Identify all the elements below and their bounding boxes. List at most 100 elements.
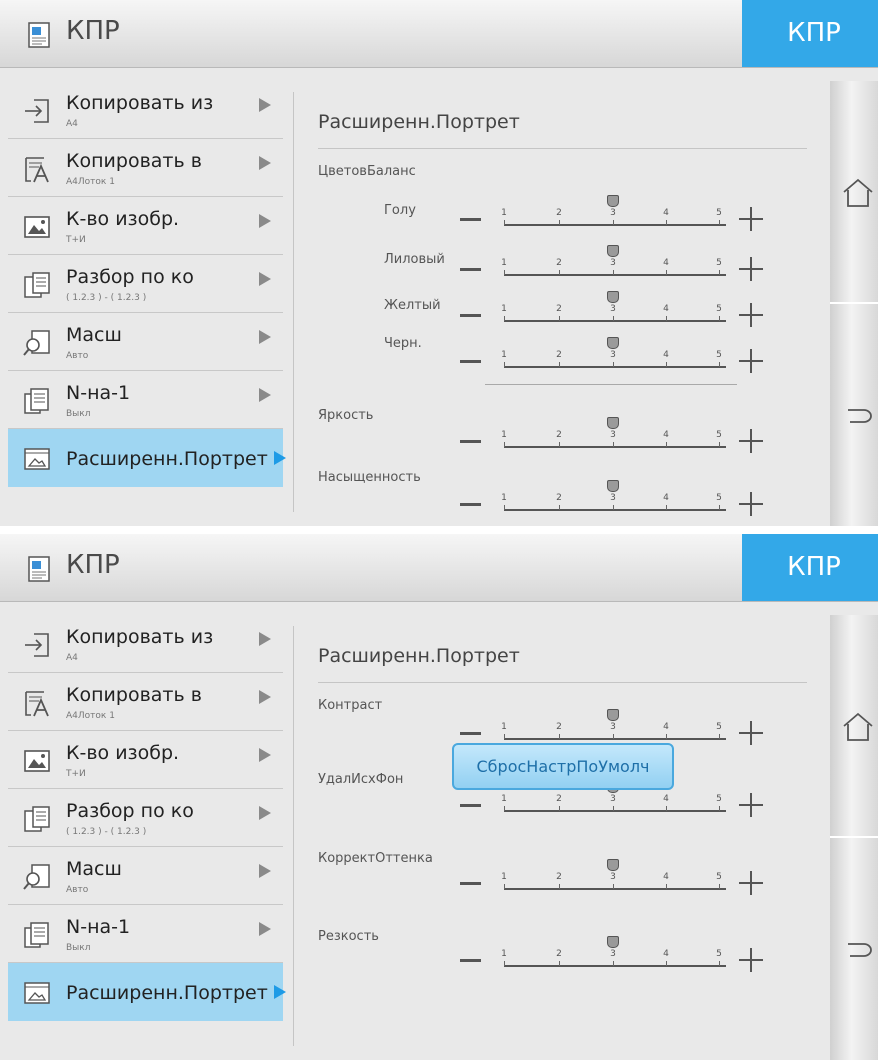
slider-yellow: 1 2 3 4 5 — [460, 288, 770, 328]
menu-item-value: Выкл — [66, 409, 91, 419]
minus-button[interactable] — [460, 314, 481, 317]
menu-item-advanced-portrait[interactable]: Расширенн.Портрет — [8, 963, 286, 1021]
home-icon[interactable] — [842, 711, 874, 743]
menu-item-advanced-portrait[interactable]: Расширенн.Портрет — [8, 429, 286, 487]
slider-track[interactable] — [504, 224, 726, 226]
menu-item-value: Авто — [66, 351, 89, 361]
slider-track[interactable] — [504, 810, 726, 812]
minus-button[interactable] — [460, 959, 481, 962]
header-tab[interactable]: КПР — [742, 0, 878, 67]
arrow-right-icon — [259, 388, 271, 402]
slider-track[interactable] — [504, 965, 726, 967]
collate-icon — [24, 806, 50, 832]
header-tab[interactable]: КПР — [742, 534, 878, 601]
menu-item-n-up[interactable]: N-на-1 Выкл — [8, 371, 283, 429]
menu-item-copy-from[interactable]: Копировать из A4 — [8, 615, 283, 673]
back-icon[interactable] — [846, 940, 874, 960]
plus-button[interactable] — [739, 948, 763, 972]
tick — [666, 316, 667, 321]
slider-thumb[interactable] — [607, 337, 619, 349]
menu-item-value: A4 — [66, 119, 78, 129]
minus-button[interactable] — [460, 440, 481, 443]
minus-button[interactable] — [460, 804, 481, 807]
tick — [666, 442, 667, 447]
menu-item-zoom[interactable]: Масш Авто — [8, 847, 283, 905]
tick-label: 3 — [610, 430, 616, 440]
slider-track[interactable] — [504, 446, 726, 448]
menu-item-copy-to[interactable]: Копировать в A4Лоток 1 — [8, 673, 283, 731]
slider-thumb[interactable] — [607, 859, 619, 871]
copy-from-icon — [25, 633, 49, 657]
menu-item-collate[interactable]: Разбор по ко ( 1.2.3 ) - ( 1.2.3 ) — [8, 789, 283, 847]
tick-label: 3 — [610, 794, 616, 804]
tick-label: 3 — [610, 304, 616, 314]
plus-button[interactable] — [739, 303, 763, 327]
arrow-right-icon — [259, 98, 271, 112]
image-icon — [24, 216, 50, 238]
reset-defaults-button[interactable]: СбросНастрПоУмолч — [452, 743, 674, 790]
slider-track[interactable] — [504, 366, 726, 368]
tick-label: 3 — [610, 493, 616, 503]
tick-label: 1 — [501, 304, 507, 314]
column-divider — [293, 92, 294, 512]
slider-thumb[interactable] — [607, 195, 619, 207]
minus-button[interactable] — [460, 732, 481, 735]
tick-label: 5 — [716, 794, 722, 804]
menu-item-n-up[interactable]: N-на-1 Выкл — [8, 905, 283, 963]
slider-thumb[interactable] — [607, 936, 619, 948]
minus-button[interactable] — [460, 503, 481, 506]
plus-button[interactable] — [739, 429, 763, 453]
slider-thumb[interactable] — [607, 291, 619, 303]
tick-label: 4 — [663, 258, 669, 268]
slider-thumb[interactable] — [607, 480, 619, 492]
menu-item-copy-from[interactable]: Копировать из A4 — [8, 81, 283, 139]
menu-item-label: Расширенн.Портрет — [66, 448, 268, 470]
plus-button[interactable] — [739, 721, 763, 745]
tick — [559, 442, 560, 447]
home-icon[interactable] — [842, 177, 874, 209]
arrow-right-icon — [259, 632, 271, 646]
menu-item-label: Разбор по ко — [66, 800, 194, 822]
menu-item-zoom[interactable]: Масш Авто — [8, 313, 283, 371]
nav-separator — [830, 302, 878, 304]
slider-track[interactable] — [504, 509, 726, 511]
tick-label: 1 — [501, 208, 507, 218]
minus-button[interactable] — [460, 268, 481, 271]
back-icon[interactable] — [846, 406, 874, 426]
slider-label: Голу — [384, 203, 416, 218]
minus-button[interactable] — [460, 360, 481, 363]
plus-button[interactable] — [739, 257, 763, 281]
slider-track[interactable] — [504, 738, 726, 740]
plus-button[interactable] — [739, 349, 763, 373]
menu-item-copy-to[interactable]: Копировать в A4Лоток 1 — [8, 139, 283, 197]
menu-item-value: ( 1.2.3 ) - ( 1.2.3 ) — [66, 827, 147, 837]
tick-label: 5 — [716, 949, 722, 959]
plus-button[interactable] — [739, 492, 763, 516]
arrow-right-icon — [259, 864, 271, 878]
slider-label: Резкость — [318, 929, 379, 944]
menu-item-image-count[interactable]: К-во изобр. Т+И — [8, 197, 283, 255]
plus-button[interactable] — [739, 207, 763, 231]
plus-button[interactable] — [739, 793, 763, 817]
minus-button[interactable] — [460, 882, 481, 885]
slider-thumb[interactable] — [607, 709, 619, 721]
menu-item-image-count[interactable]: К-во изобр. Т+И — [8, 731, 283, 789]
tick — [504, 961, 505, 966]
tick — [719, 806, 720, 811]
slider-track[interactable] — [504, 320, 726, 322]
minus-button[interactable] — [460, 218, 481, 221]
slider-track[interactable] — [504, 274, 726, 276]
menu-item-value: Т+И — [66, 769, 86, 779]
tick-label: 4 — [663, 208, 669, 218]
menu-item-label: Копировать в — [66, 684, 202, 706]
zoom-icon — [23, 330, 50, 356]
tick — [504, 806, 505, 811]
slider-thumb[interactable] — [607, 245, 619, 257]
menu-item-collate[interactable]: Разбор по ко ( 1.2.3 ) - ( 1.2.3 ) — [8, 255, 283, 313]
slider-track[interactable] — [504, 888, 726, 890]
plus-button[interactable] — [739, 871, 763, 895]
tick — [719, 961, 720, 966]
tick — [666, 806, 667, 811]
slider-thumb[interactable] — [607, 417, 619, 429]
portrait-icon — [24, 448, 50, 470]
